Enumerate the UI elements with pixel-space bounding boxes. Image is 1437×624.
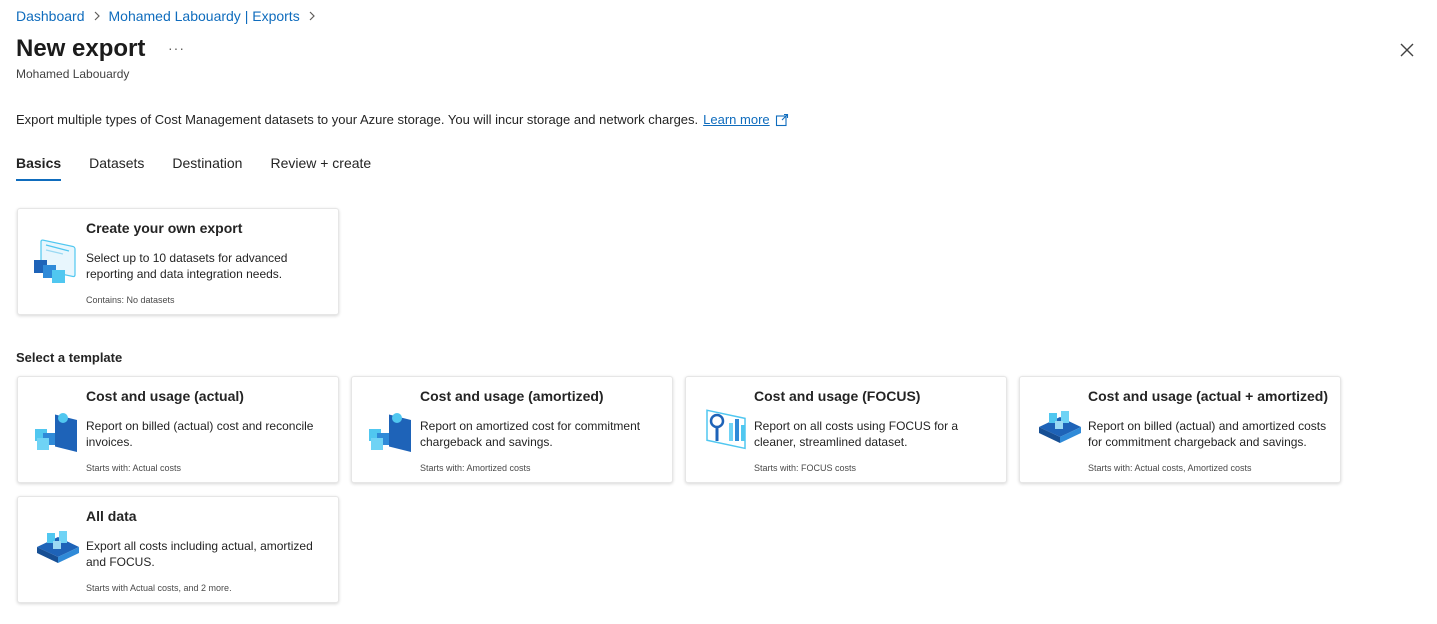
breadcrumb-dashboard[interactable]: Dashboard	[16, 8, 85, 24]
card-title: Cost and usage (actual + amortized)	[1088, 388, 1328, 404]
card-description: Export all costs including actual, amort…	[86, 539, 313, 569]
tab-basics[interactable]: Basics	[16, 155, 62, 181]
card-description: Report on all costs using FOCUS for a cl…	[754, 419, 959, 449]
card-footer: Starts with: Amortized costs	[420, 463, 531, 473]
actual-amortized-icon	[1035, 403, 1085, 453]
custom-export-icon	[33, 235, 83, 285]
template-card-actual-amortized[interactable]: Cost and usage (actual + amortized) Repo…	[1019, 376, 1341, 483]
card-footer: Starts with Actual costs, and 2 more.	[86, 583, 232, 593]
card-description: Select up to 10 datasets for advanced re…	[86, 251, 288, 281]
external-link-icon[interactable]	[775, 113, 789, 127]
card-description: Report on billed (actual) cost and recon…	[86, 419, 314, 449]
more-options-button[interactable]: ···	[168, 40, 185, 56]
card-title: Cost and usage (amortized)	[420, 388, 604, 404]
card-title: All data	[86, 508, 137, 524]
description-text: Export multiple types of Cost Management…	[16, 112, 699, 127]
tab-destination[interactable]: Destination	[172, 155, 242, 181]
focus-cost-icon	[701, 403, 751, 453]
learn-more-link[interactable]: Learn more	[703, 112, 769, 127]
card-footer: Starts with: Actual costs, Amortized cos…	[1088, 463, 1252, 473]
chevron-right-icon	[93, 9, 101, 24]
all-data-icon	[33, 523, 83, 573]
template-card-all-data[interactable]: All data Export all costs including actu…	[17, 496, 339, 603]
card-title: Create your own export	[86, 220, 243, 236]
card-description: Report on billed (actual) and amortized …	[1088, 419, 1327, 449]
template-card-actual[interactable]: Cost and usage (actual) Report on billed…	[17, 376, 339, 483]
page-subtitle: Mohamed Labouardy	[16, 67, 130, 81]
chevron-right-icon	[308, 9, 316, 24]
page-title: New export	[16, 35, 146, 62]
tab-bar: Basics Datasets Destination Review + cre…	[16, 155, 399, 181]
card-footer: Contains: No datasets	[86, 295, 175, 305]
close-icon[interactable]	[1397, 40, 1417, 60]
card-title: Cost and usage (FOCUS)	[754, 388, 921, 404]
actual-cost-icon	[33, 403, 83, 453]
section-title: Select a template	[16, 350, 123, 365]
create-own-export-card[interactable]: Create your own export Select up to 10 d…	[17, 208, 339, 315]
card-footer: Starts with: FOCUS costs	[754, 463, 857, 473]
breadcrumb: Dashboard Mohamed Labouardy | Exports	[16, 8, 324, 24]
template-card-focus[interactable]: Cost and usage (FOCUS) Report on all cos…	[685, 376, 1007, 483]
breadcrumb-exports[interactable]: Mohamed Labouardy | Exports	[109, 8, 300, 24]
tab-review-create[interactable]: Review + create	[270, 155, 371, 181]
tab-datasets[interactable]: Datasets	[89, 155, 144, 181]
card-description: Report on amortized cost for commitment …	[420, 419, 641, 449]
card-footer: Starts with: Actual costs	[86, 463, 182, 473]
amortized-cost-icon	[367, 403, 417, 453]
template-card-amortized[interactable]: Cost and usage (amortized) Report on amo…	[351, 376, 673, 483]
page-description: Export multiple types of Cost Management…	[16, 112, 789, 127]
card-title: Cost and usage (actual)	[86, 388, 244, 404]
